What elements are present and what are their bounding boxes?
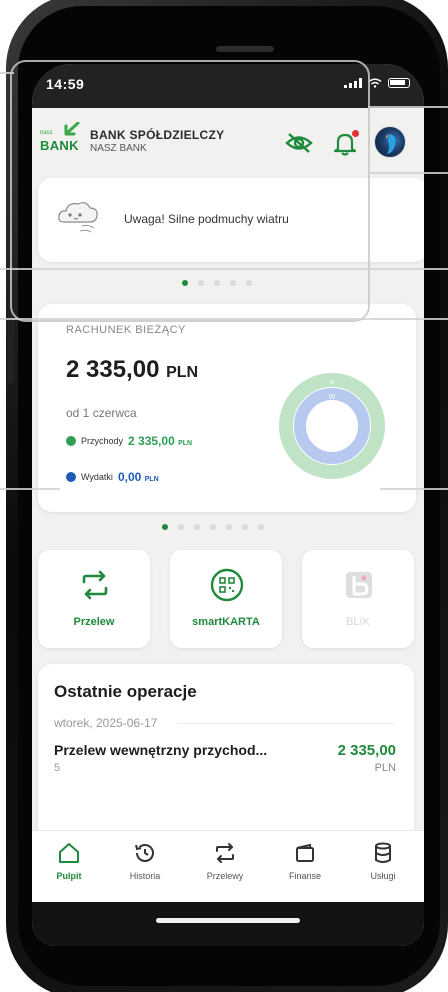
nav-item-historia[interactable]: Historia <box>110 839 180 895</box>
tile-label: smartKARTA <box>192 616 260 628</box>
alert-carousel-dots <box>182 280 252 286</box>
history-clock-icon <box>135 844 154 862</box>
logo-small-text: nasz <box>40 130 53 136</box>
wind-cloud-icon <box>58 202 98 233</box>
account-carousel-dots <box>162 524 264 530</box>
carousel-dot[interactable] <box>162 524 168 530</box>
income-legend: Przychody 2 335,00 PLN <box>66 434 192 448</box>
blik-tile[interactable]: BLIK <box>302 550 414 648</box>
donut-outer-letter: P <box>330 380 335 387</box>
expense-label: Wydatki <box>81 472 113 482</box>
bank-name: BANK SPÓŁDZIELCZY <box>90 128 225 142</box>
account-balance: 2 335,00 PLN <box>66 356 198 384</box>
volume-button <box>8 314 14 384</box>
logo-arrow-icon <box>64 122 80 136</box>
operations-date: wtorek, 2025-06-17 <box>54 716 158 730</box>
recent-operations-card: Ostatnie operacje wtorek, 2025-06-17 Prz… <box>38 664 414 844</box>
expense-currency: PLN <box>144 476 159 483</box>
operation-subtext: 5 <box>54 762 61 774</box>
carousel-dot[interactable] <box>178 524 184 530</box>
expense-value-wrap: 0,00 PLN <box>118 470 159 484</box>
tile-label: Przelew <box>73 616 115 628</box>
carousel-dot[interactable] <box>198 280 204 286</box>
earpiece-speaker <box>216 46 274 52</box>
nav-item-uslugi[interactable]: Usługi <box>348 839 418 895</box>
bank-logo: nasz BANK <box>38 122 82 154</box>
operation-description: Przelew wewnętrzny przychod... <box>54 742 268 758</box>
nav-item-przelewy[interactable]: Przelewy <box>190 839 260 895</box>
donut-expense-ring <box>294 388 370 464</box>
income-value: 2 335,00 <box>128 434 175 448</box>
income-expense-donut-chart: P W <box>279 373 385 479</box>
status-bar: 14:59 <box>32 64 424 108</box>
nav-label: Pulpit <box>56 871 82 881</box>
blik-icon <box>346 572 372 598</box>
donut-inner-letter: W <box>329 394 336 401</box>
date-divider <box>178 723 394 724</box>
wifi-icon <box>368 78 382 88</box>
status-time: 14:59 <box>46 76 85 92</box>
quick-actions: Przelew smartKARTA BLIK <box>38 550 420 650</box>
income-currency: PLN <box>178 440 193 447</box>
balance-currency: PLN <box>166 364 199 381</box>
status-icons <box>344 78 410 88</box>
income-value-wrap: 2 335,00 PLN <box>128 434 192 448</box>
qr-card-icon <box>210 568 244 602</box>
home-indicator[interactable] <box>156 918 300 923</box>
carousel-dot[interactable] <box>246 280 252 286</box>
battery-icon <box>388 78 410 88</box>
carousel-dot[interactable] <box>214 280 220 286</box>
transfer-tile[interactable]: Przelew <box>38 550 150 648</box>
nav-label: Usługi <box>370 871 396 881</box>
operation-currency: PLN <box>374 762 396 774</box>
nav-item-finanse[interactable]: Finanse <box>270 839 340 895</box>
carousel-dot[interactable] <box>258 524 264 530</box>
account-name: RACHUNEK BIEŻĄCY <box>66 324 186 336</box>
account-card[interactable]: RACHUNEK BIEŻĄCY 2 335,00 PLN od 1 czerw… <box>38 304 416 512</box>
operations-title: Ostatnie operacje <box>54 682 197 701</box>
expense-legend-dot <box>66 472 76 482</box>
nav-label: Przelewy <box>206 871 244 881</box>
carousel-dot[interactable] <box>182 280 188 286</box>
carousel-dot[interactable] <box>226 524 232 530</box>
weather-alert-card[interactable]: Uwaga! Silne podmuchy wiatru <box>38 178 424 262</box>
income-label: Przychody <box>81 436 124 446</box>
bank-subname: NASZ BANK <box>90 143 147 154</box>
bottom-nav: Pulpit Historia Przelewy Finanse Usługi <box>32 830 424 902</box>
smartkarta-tile[interactable]: smartKARTA <box>170 550 282 648</box>
expense-value: 0,00 <box>117 470 142 484</box>
notification-dot <box>352 130 359 137</box>
home-indicator-area <box>32 902 424 946</box>
operation-amount: 2 335,00 <box>337 742 396 759</box>
parrot-avatar-icon <box>386 134 396 154</box>
finance-folder-icon <box>296 843 314 862</box>
expense-legend: Wydatki 0,00 PLN <box>66 470 159 484</box>
transfer-arrows-icon <box>216 843 234 863</box>
eye-off-icon[interactable] <box>284 130 314 156</box>
signal-icon <box>344 78 362 88</box>
logo-bank-text: BANK <box>40 138 79 153</box>
income-legend-dot <box>66 436 76 446</box>
tile-label: BLIK <box>346 616 370 628</box>
phone-screen: 14:59 nasz BANK BANK SPÓŁDZIELCZY NASZ B… <box>32 64 424 946</box>
carousel-dot[interactable] <box>194 524 200 530</box>
balance-value: 2 335,00 <box>66 356 160 383</box>
carousel-dot[interactable] <box>242 524 248 530</box>
app-header: nasz BANK BANK SPÓŁDZIELCZY NASZ BANK <box>32 108 424 172</box>
home-icon <box>59 843 79 863</box>
nav-item-pulpit[interactable]: Pulpit <box>34 839 104 895</box>
carousel-dot[interactable] <box>210 524 216 530</box>
alert-text: Uwaga! Silne podmuchy wiatru <box>124 212 289 226</box>
transfer-arrows-icon <box>82 570 108 600</box>
database-icon <box>375 842 391 863</box>
account-period: od 1 czerwca <box>66 406 137 420</box>
nav-label: Finanse <box>288 871 322 881</box>
app-screenshot: 14:59 nasz BANK BANK SPÓŁDZIELCZY NASZ B… <box>0 0 448 992</box>
nav-label: Historia <box>129 871 161 881</box>
carousel-dot[interactable] <box>230 280 236 286</box>
avatar[interactable] <box>374 126 406 158</box>
